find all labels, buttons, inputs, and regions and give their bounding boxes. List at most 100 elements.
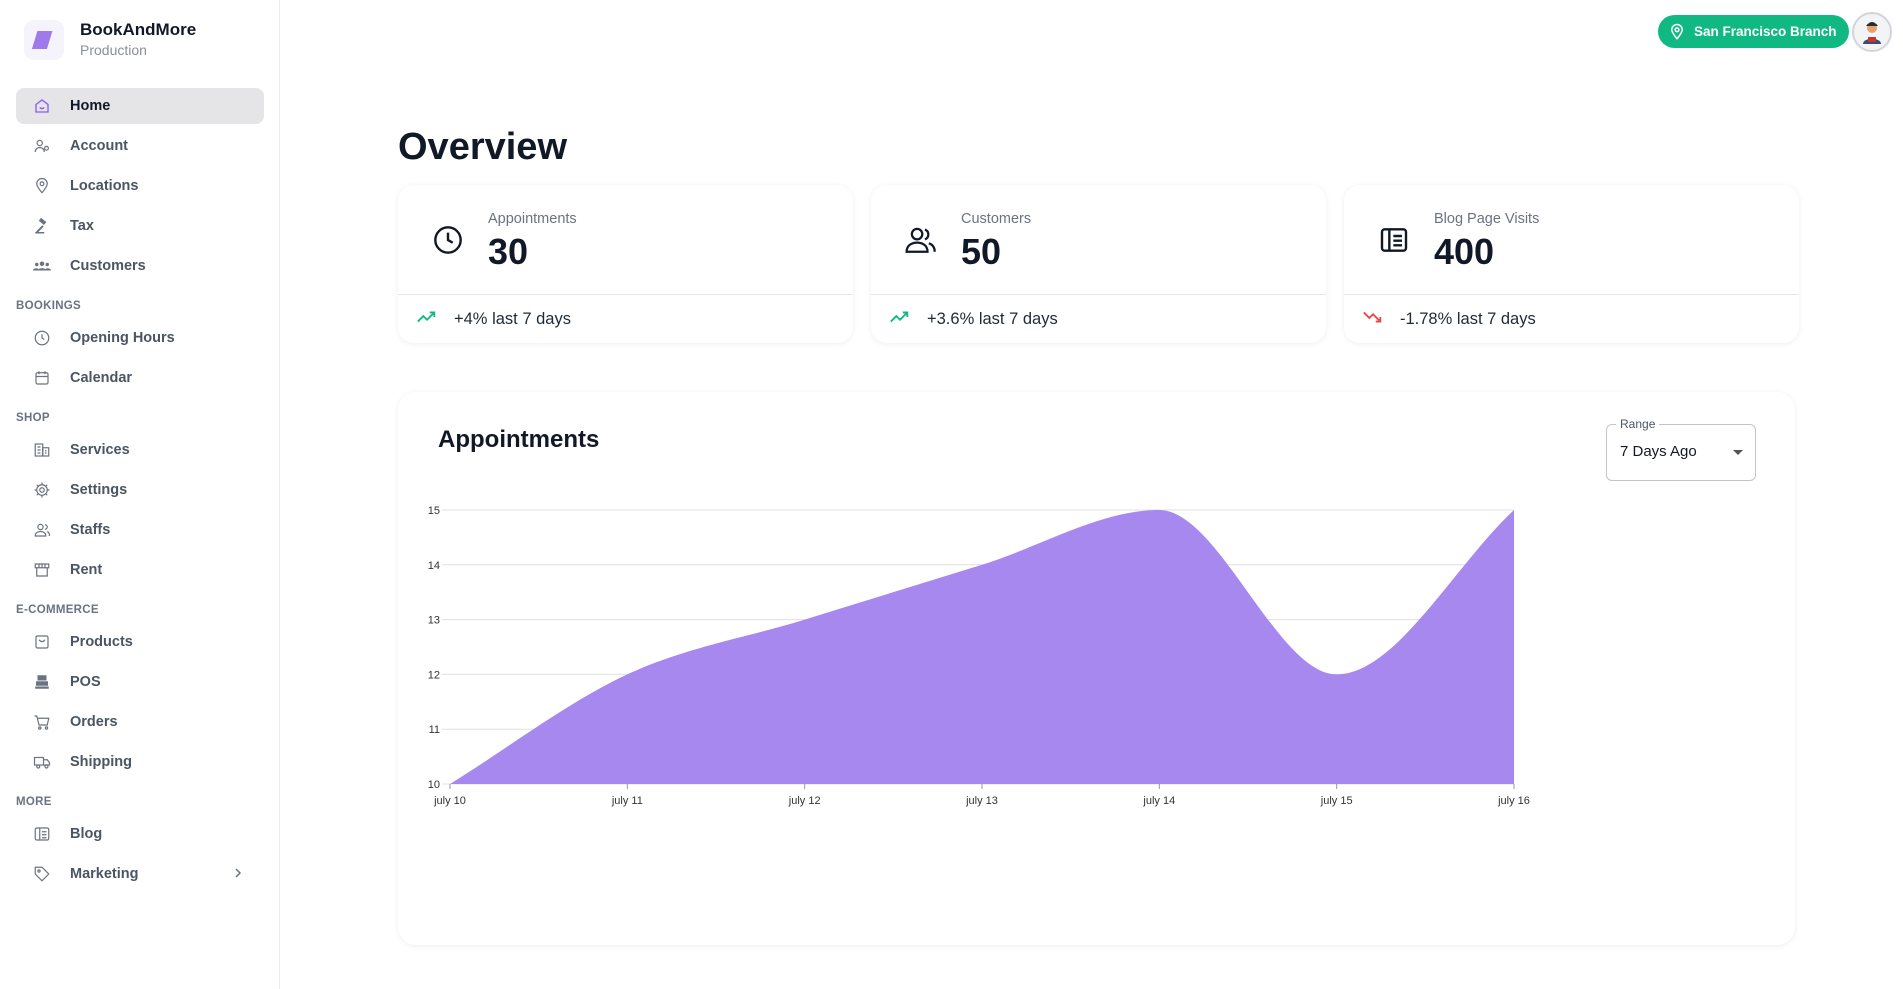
chart-title: Appointments (438, 426, 600, 453)
sidebar: BookAndMore Production Home Account Loca… (0, 0, 280, 989)
sidebar-item-label: Account (70, 138, 128, 154)
services-icon (32, 440, 52, 460)
stat-card-blog-visits[interactable]: Blog Page Visits 400 -1.78% last 7 days (1344, 185, 1799, 343)
tag-icon (32, 864, 52, 884)
stat-label: Appointments (488, 211, 577, 227)
stat-change: -1.78% last 7 days (1400, 310, 1536, 328)
stat-value: 400 (1434, 231, 1495, 272)
x-tick-label: july 15 (1320, 795, 1353, 807)
branch-selector-button[interactable]: San Francisco Branch (1658, 15, 1849, 48)
section-title-ecommerce: E-COMMERCE (16, 604, 99, 616)
appointments-chart-card: Appointments Range 7 Days Ago 10 11 12 13 14… (398, 392, 1795, 945)
sidebar-item-label: POS (70, 674, 101, 690)
sidebar-item-settings[interactable]: Settings (16, 472, 264, 508)
sidebar-item-calendar[interactable]: Calendar (16, 360, 264, 396)
sidebar-item-label: Opening Hours (70, 330, 175, 346)
y-tick-label: 14 (428, 560, 440, 572)
stat-card-customers[interactable]: Customers 50 +3.6% last 7 days (871, 185, 1326, 343)
product-box-icon (32, 632, 52, 652)
avatar[interactable] (1852, 12, 1892, 52)
calendar-icon (32, 368, 52, 388)
sidebar-item-opening-hours[interactable]: Opening Hours (16, 320, 264, 356)
sidebar-item-label: Services (70, 442, 130, 458)
user-avatar-icon (1863, 22, 1881, 44)
sidebar-item-label: Customers (70, 258, 146, 274)
sidebar-item-label: Locations (70, 178, 139, 194)
sidebar-item-label: Products (70, 634, 133, 650)
clock-icon (430, 222, 466, 258)
stat-value: 30 (488, 231, 529, 272)
chevron-right-icon (232, 866, 244, 885)
sidebar-item-label: Tax (70, 218, 94, 234)
appointments-area-chart: 10 11 12 13 14 15 july 10 july 11 july 12 july 13… (428, 505, 1530, 807)
sidebar-item-account[interactable]: Account (16, 128, 264, 164)
sidebar-item-label: Calendar (70, 370, 133, 386)
y-tick-label: 11 (429, 724, 440, 736)
sidebar-item-home[interactable]: Home (16, 88, 264, 124)
sidebar-item-locations[interactable]: Locations (16, 168, 264, 204)
sidebar-item-customers[interactable]: Customers (16, 248, 264, 284)
brand-name: BookAndMore (80, 20, 197, 39)
sidebar-item-tax[interactable]: Tax (16, 208, 264, 244)
pos-icon (32, 672, 52, 692)
sidebar-item-blog[interactable]: Blog (16, 816, 264, 852)
location-pin-icon (32, 176, 52, 196)
range-select[interactable]: Range 7 Days Ago (1606, 417, 1756, 481)
stat-label: Customers (961, 211, 1032, 227)
sidebar-item-label: Settings (70, 482, 128, 498)
sidebar-item-rent[interactable]: Rent (16, 552, 264, 588)
sidebar-item-label: Rent (70, 562, 103, 578)
brand-logo (24, 20, 64, 60)
stat-change: +4% last 7 days (454, 310, 571, 328)
y-tick-label: 12 (428, 669, 440, 681)
trending-up-icon (889, 309, 911, 330)
range-value: 7 Days Ago (1620, 443, 1697, 460)
blog-icon (1376, 222, 1412, 258)
x-tick-label: july 14 (1142, 795, 1175, 807)
x-tick-label: july 11 (611, 795, 643, 807)
sidebar-item-label: Home (70, 98, 111, 114)
y-tick-label: 15 (428, 505, 440, 517)
staffs-icon (32, 520, 52, 540)
sidebar-item-label: Staffs (70, 522, 111, 538)
storefront-icon (32, 560, 52, 580)
account-icon (32, 136, 52, 156)
trending-down-icon (1362, 309, 1384, 330)
caret-down-icon (1733, 450, 1743, 455)
sidebar-item-label: Orders (70, 714, 118, 730)
sidebar-item-label: Marketing (70, 866, 139, 882)
sidebar-item-shipping[interactable]: Shipping (16, 744, 264, 780)
customers-icon (903, 222, 939, 258)
cart-icon (32, 712, 52, 732)
page-title: Overview (398, 126, 567, 168)
section-title-more: MORE (16, 796, 52, 808)
gear-icon (32, 480, 52, 500)
sidebar-item-label: Blog (70, 826, 103, 842)
location-pin-icon (1670, 23, 1684, 40)
stat-value: 50 (961, 231, 1002, 272)
sidebar-item-pos[interactable]: POS (16, 664, 264, 700)
clock-icon (32, 328, 52, 348)
sidebar-item-label: Shipping (70, 754, 133, 770)
brand-environment: Production (80, 42, 147, 58)
range-label: Range (1616, 417, 1660, 431)
sidebar-item-products[interactable]: Products (16, 624, 264, 660)
x-tick-label: july 13 (965, 795, 998, 807)
y-tick-label: 13 (428, 615, 440, 627)
x-tick-label: july 16 (1497, 795, 1530, 807)
sidebar-item-orders[interactable]: Orders (16, 704, 264, 740)
blog-icon (32, 824, 52, 844)
x-tick-label: july 10 (433, 795, 466, 807)
y-tick-label: 10 (428, 779, 440, 791)
sidebar-item-services[interactable]: Services (16, 432, 264, 468)
sidebar-item-staffs[interactable]: Staffs (16, 512, 264, 548)
customers-icon (32, 256, 52, 276)
section-title-shop: SHOP (16, 412, 50, 424)
stat-card-appointments[interactable]: Appointments 30 +4% last 7 days (398, 185, 853, 343)
gavel-icon (32, 216, 52, 236)
brand[interactable]: BookAndMore Production (24, 20, 196, 60)
sidebar-item-marketing[interactable]: Marketing (16, 856, 264, 892)
stat-change: +3.6% last 7 days (927, 310, 1058, 328)
home-icon (32, 96, 52, 116)
trending-up-icon (416, 309, 438, 330)
